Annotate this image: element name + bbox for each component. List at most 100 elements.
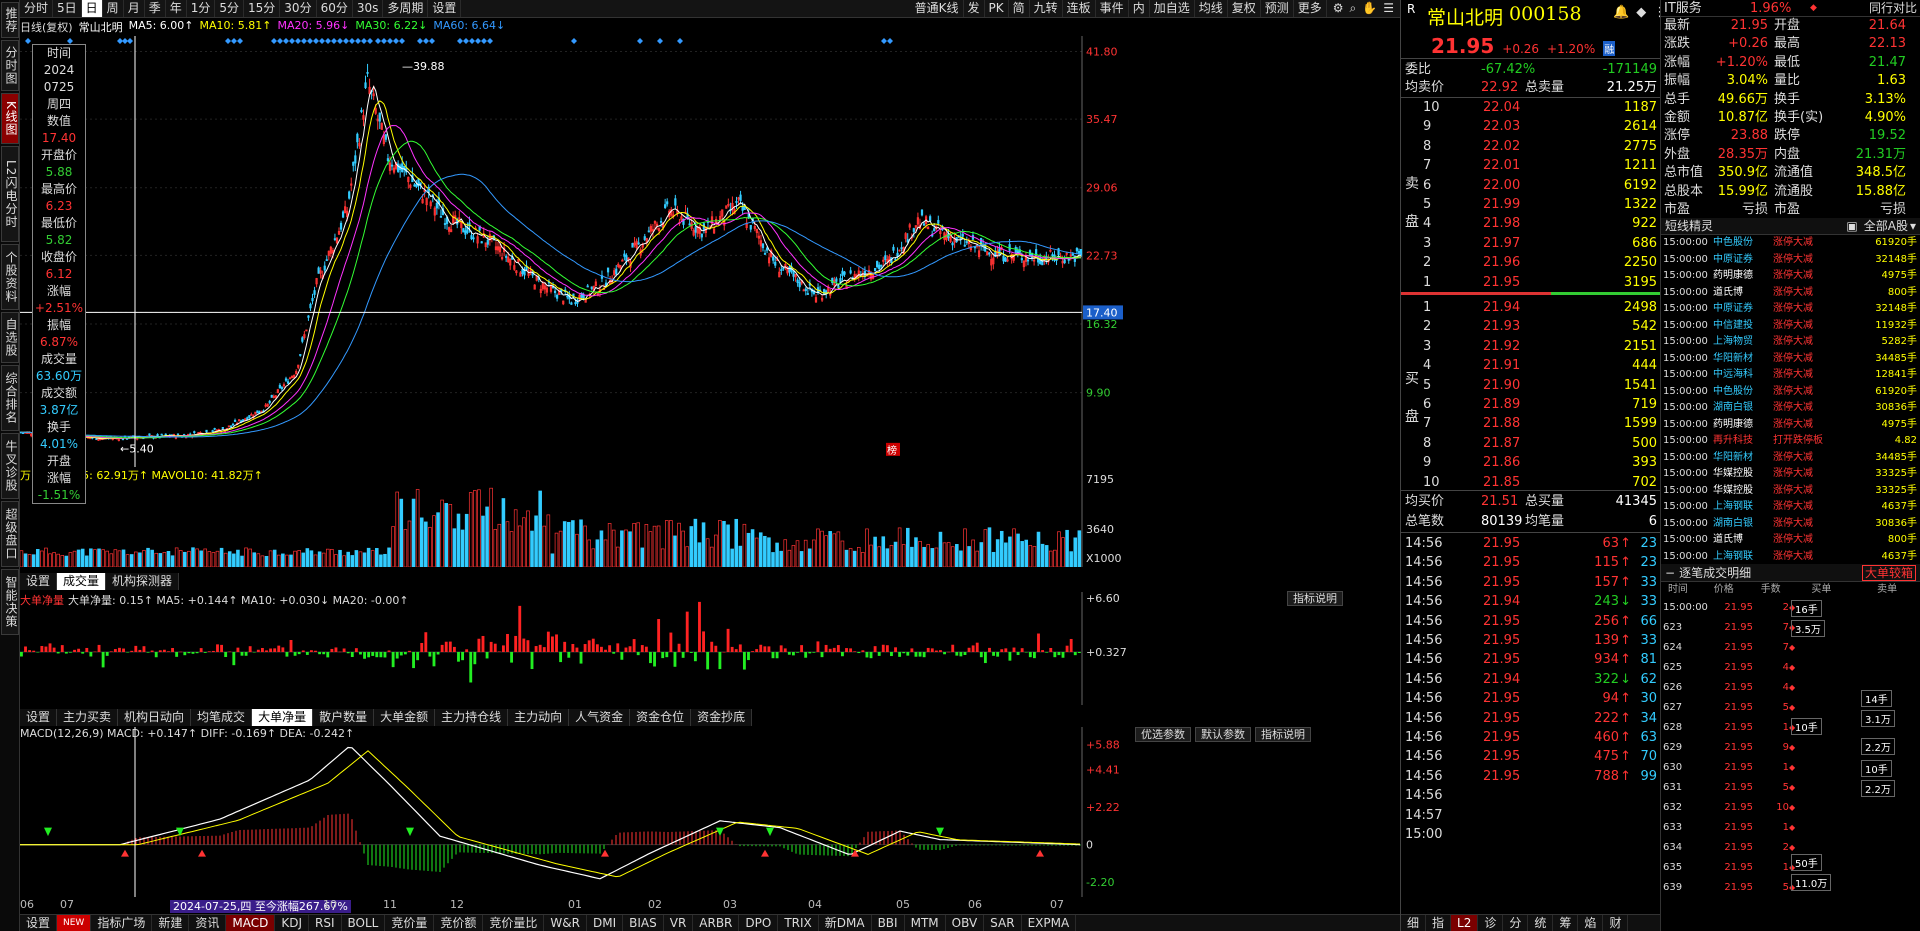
indicator-tab-5[interactable]: MACD [226,915,276,931]
indicator-subtab-2[interactable]: 机构日动向 [118,709,192,726]
kline-chart[interactable]: 41.8035.4729.0622.7317.4016.329.9017.40—… [20,36,1400,467]
volume-chart[interactable]: 7195 3640 X1000 [20,467,1400,567]
quote-tab-2[interactable]: L2 [1451,915,1479,931]
indicator-subtab-1[interactable]: 主力买卖 [57,709,119,726]
quote-tab-4[interactable]: 分 [1503,915,1529,931]
period-tab-13[interactable]: 多周期 [383,0,429,17]
buys-level-row[interactable]: 5 21.90 1541 [1401,376,1661,395]
gear-icon[interactable]: ⚙ [1333,1,1344,16]
hand-icon[interactable]: ✋ [1362,1,1377,16]
indicator-tab-20[interactable]: BBI [872,915,905,931]
sells-level-row[interactable]: 4 21.98 922 [1401,214,1661,233]
tool-tab-9[interactable]: 均线 [1195,0,1228,17]
indicator-tab-23[interactable]: SAR [984,915,1022,931]
indicator-tab-1[interactable]: NEW [57,915,92,931]
indicator-subtab-3[interactable]: 均笔成交 [191,709,253,726]
elf-row[interactable]: 15:00:00 上海钢联 涨停大减 4637手 [1661,499,1920,516]
elf-row[interactable]: 15:00:00 中色股份 涨停大减 61920手 [1661,235,1920,252]
tool-tab-4[interactable]: 九转 [1030,0,1063,17]
period-tab-0[interactable]: 分时 [20,0,54,17]
volume-subtab-2[interactable]: 机构探测器 [106,573,180,590]
elf-row[interactable]: 15:00:00 中远海科 涨停大减 12841手 [1661,367,1920,384]
period-tab-10[interactable]: 30分 [280,0,317,17]
indicator-tab-11[interactable]: 竞价量比 [483,915,545,931]
sells-level-row[interactable]: 5 21.99 1322 [1401,195,1661,214]
tool-tab-2[interactable]: PK [985,0,1009,17]
quote-tab-5[interactable]: 统 [1528,915,1554,931]
indicator-subtab-5[interactable]: 散户数量 [313,709,375,726]
elf-row[interactable]: 15:00:00 中原证券 涨停大减 32148手 [1661,252,1920,269]
indicator-tab-2[interactable]: 指标广场 [91,915,153,931]
tool-tab-8[interactable]: 加自选 [1150,0,1195,17]
indicator-tab-3[interactable]: 新建 [152,915,190,931]
macd-button-1[interactable]: 默认参数 [1195,727,1251,742]
elf-filter[interactable]: 全部A股 [1864,218,1908,234]
volume-subtab-0[interactable]: 设置 [20,573,58,590]
add-icon[interactable]: ◆ [1636,5,1646,20]
indicator-tab-24[interactable]: EXPMA [1022,915,1077,931]
indicator-subtab-0[interactable]: 设置 [20,709,58,726]
period-tab-1[interactable]: 5日 [53,0,82,17]
sidebar-tab-1[interactable]: 分时图 [1,40,19,91]
sector-name[interactable]: IT服务 [1664,0,1750,16]
tool-tab-1[interactable]: 发 [964,0,985,17]
tool-tab-7[interactable]: 内 [1129,0,1150,17]
indicator-subtab-4[interactable]: 大单净量 [252,709,314,726]
period-tab-6[interactable]: 年 [166,0,187,17]
buys-level-row[interactable]: 2 21.93 542 [1401,317,1661,336]
sidebar-tab-9[interactable]: 智能决策 [1,569,19,635]
buys-level-row[interactable]: 7 21.88 1599 [1401,414,1661,433]
buys-level-row[interactable]: 6 21.89 719 [1401,395,1661,414]
sells-level-row[interactable]: 8 22.02 2775 [1401,137,1661,156]
tool-tab-3[interactable]: 简 [1009,0,1030,17]
indicator-tab-12[interactable]: W&R [544,915,587,931]
indicator-tab-13[interactable]: DMI [587,915,624,931]
volume-subtab-1[interactable]: 成交量 [57,573,107,590]
indicator-tab-4[interactable]: 资讯 [189,915,227,931]
tool-tab-0[interactable]: 普通K线 [911,0,964,17]
elf-row[interactable]: 15:00:00 湖南白银 涨停大减 30836手 [1661,400,1920,417]
buys-level-row[interactable]: 4 21.91 444 [1401,356,1661,375]
indicator-tab-22[interactable]: OBV [946,915,985,931]
sidebar-tab-6[interactable]: 综合排名 [1,365,19,431]
elf-row[interactable]: 15:00:00 上海钢联 涨停大减 4637手 [1661,549,1920,566]
elf-row[interactable]: 15:00:00 药明康德 涨停大减 4975手 [1661,268,1920,285]
sidebar-tab-4[interactable]: 个股资料 [1,244,19,310]
sells-level-row[interactable]: 1 21.95 3195 [1401,273,1661,292]
period-tab-2[interactable]: 日 [81,0,103,17]
indicator-subtab-9[interactable]: 人气资金 [569,709,631,726]
quote-tab-7[interactable]: 焰 [1578,915,1604,931]
elf-row[interactable]: 15:00:00 中信建投 涨停大减 11932手 [1661,318,1920,335]
buys-level-row[interactable]: 8 21.87 500 [1401,434,1661,453]
indicator-tab-6[interactable]: KDJ [275,915,310,931]
indicator-tab-8[interactable]: BOLL [342,915,386,931]
share-icon[interactable]: ▣ [1846,218,1857,234]
indicator-tab-10[interactable]: 竞价额 [434,915,484,931]
search-icon[interactable]: ⌕ [1350,1,1357,16]
indicator-subtab-10[interactable]: 资金仓位 [630,709,692,726]
buys-level-row[interactable]: 1 21.94 2498 [1401,298,1661,317]
tool-tab-12[interactable]: 更多 [1294,0,1327,17]
chevron-down-icon[interactable]: ▾ [1910,218,1916,234]
period-tab-14[interactable]: 设置 [428,0,462,17]
tool-tab-6[interactable]: 事件 [1096,0,1129,17]
tool-tab-5[interactable]: 连板 [1063,0,1096,17]
period-tab-11[interactable]: 60分 [317,0,353,17]
indicator-tab-18[interactable]: TRIX [778,915,819,931]
elf-row[interactable]: 15:00:00 华媒控股 涨停大减 33325手 [1661,466,1920,483]
big-order-button[interactable]: 大单较箱 [1861,565,1916,581]
sells-level-row[interactable]: 3 21.97 686 [1401,234,1661,253]
bell-icon[interactable]: 🔔 [1613,5,1629,20]
dadan-chart[interactable]: +6.60 +0.327 [20,592,1400,705]
quote-tab-3[interactable]: 诊 [1478,915,1504,931]
sells-level-row[interactable]: 2 21.96 2250 [1401,253,1661,272]
period-tab-5[interactable]: 季 [145,0,166,17]
indicator-tab-19[interactable]: 新DMA [819,915,872,931]
minus-icon[interactable]: − [1665,564,1675,581]
buys-level-row[interactable]: 10 21.85 702 [1401,473,1661,492]
elf-row[interactable]: 15:00:00 华媒控股 涨停大减 33325手 [1661,483,1920,500]
sidebar-tab-2[interactable]: K线图 [1,93,19,144]
elf-row[interactable]: 15:00:00 再升科技 打开跌停板 4.82 [1661,433,1920,450]
quote-tab-1[interactable]: 指 [1426,915,1452,931]
indicator-tab-21[interactable]: MTM [905,915,946,931]
